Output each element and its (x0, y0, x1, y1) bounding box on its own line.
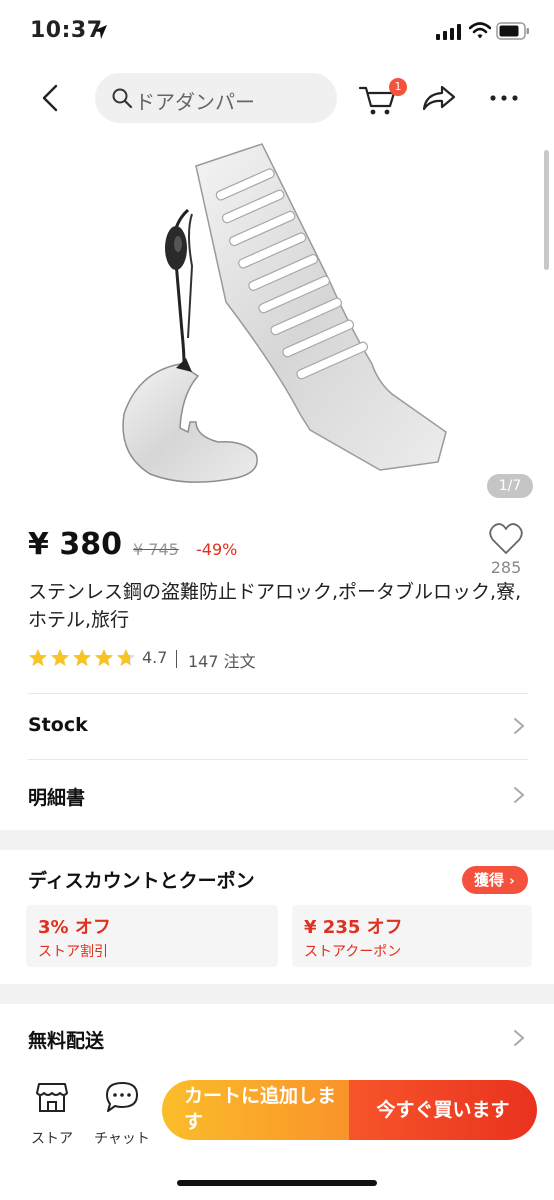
cellular-signal-icon (436, 24, 461, 40)
chevron-right-icon: › (509, 874, 515, 889)
discount-percent: -49% (196, 540, 238, 559)
product-title: ステンレス鋼の盗難防止ドアロック,ポータブルロック,寮,ホテル,旅行 (28, 581, 522, 631)
specs-row[interactable]: 明細書 (0, 765, 554, 825)
coupon-label: ストアクーポン (304, 944, 402, 960)
get-coupon-button[interactable]: 獲得 › (462, 866, 528, 894)
product-image[interactable] (0, 132, 554, 512)
rating-divider (176, 650, 177, 668)
chat-label: チャット (94, 1131, 150, 1147)
add-to-cart-button[interactable]: カートに追加します (162, 1080, 350, 1140)
star-icon (95, 649, 113, 666)
star-rating (29, 649, 135, 666)
product-photo (122, 143, 447, 483)
chat-button[interactable]: チャット (90, 1080, 154, 1150)
more-button[interactable] (488, 82, 520, 114)
share-button[interactable] (420, 82, 458, 114)
heart-icon (489, 523, 523, 554)
battery-icon (496, 22, 529, 40)
rating-value: 4.7 (142, 648, 168, 667)
location-arrow-icon (93, 25, 107, 39)
chevron-right-icon (514, 1030, 525, 1046)
price: ¥ 380 (28, 527, 122, 562)
image-counter: 1/7 (487, 474, 533, 498)
divider (28, 693, 528, 694)
coupon-amount: ¥ 235 オフ (304, 917, 403, 938)
home-indicator (177, 1180, 377, 1186)
status-bar: 10:37 (0, 0, 554, 64)
back-button[interactable] (32, 80, 68, 116)
chat-icon (106, 1082, 138, 1112)
star-icon (117, 649, 135, 666)
chevron-right-icon (514, 787, 525, 803)
section-gap (0, 830, 554, 850)
original-price: ¥ 745 (133, 540, 179, 559)
cart-count-badge: 1 (389, 78, 407, 96)
stock-label: Stock (28, 714, 88, 736)
buy-now-button[interactable]: 今すぐ買います (349, 1080, 537, 1140)
share-icon (422, 85, 456, 111)
star-icon (51, 649, 69, 666)
image-scroll-indicator (544, 150, 549, 270)
get-coupon-label: 獲得 (474, 871, 505, 889)
star-icon (73, 649, 91, 666)
more-icon (490, 95, 518, 101)
shipping-row[interactable]: 無料配送 (0, 1008, 554, 1068)
search-icon (112, 88, 133, 109)
search-placeholder: ドアダンパー (135, 90, 255, 114)
shipping-label: 無料配送 (28, 1030, 105, 1052)
search-input[interactable]: ドアダンパー (95, 73, 337, 123)
star-icon (29, 649, 47, 666)
chevron-right-icon (514, 718, 525, 734)
coupon-card-store-discount[interactable]: 3% オフ ストア割引 (26, 905, 278, 967)
coupon-card-store-coupon[interactable]: ¥ 235 オフ ストアクーポン (292, 905, 532, 967)
specs-label: 明細書 (28, 787, 86, 809)
shopping-cart-icon (358, 86, 396, 115)
order-count: 147 注文 (188, 652, 256, 671)
coupon-label: ストア割引 (38, 944, 108, 960)
section-gap (0, 984, 554, 1004)
store-icon (36, 1083, 68, 1112)
store-label: ストア (31, 1131, 73, 1147)
store-button[interactable]: ストア (24, 1080, 80, 1150)
coupon-section-title: ディスカウントとクーポン (28, 870, 255, 892)
nav-bar: ドアダンパー (0, 68, 554, 128)
divider (28, 759, 528, 760)
coupon-amount: 3% オフ (38, 917, 111, 938)
wifi-icon (469, 22, 491, 39)
stock-row[interactable]: Stock (0, 696, 554, 756)
wishlist-count: 285 (490, 558, 522, 577)
wishlist-button[interactable] (488, 522, 524, 556)
